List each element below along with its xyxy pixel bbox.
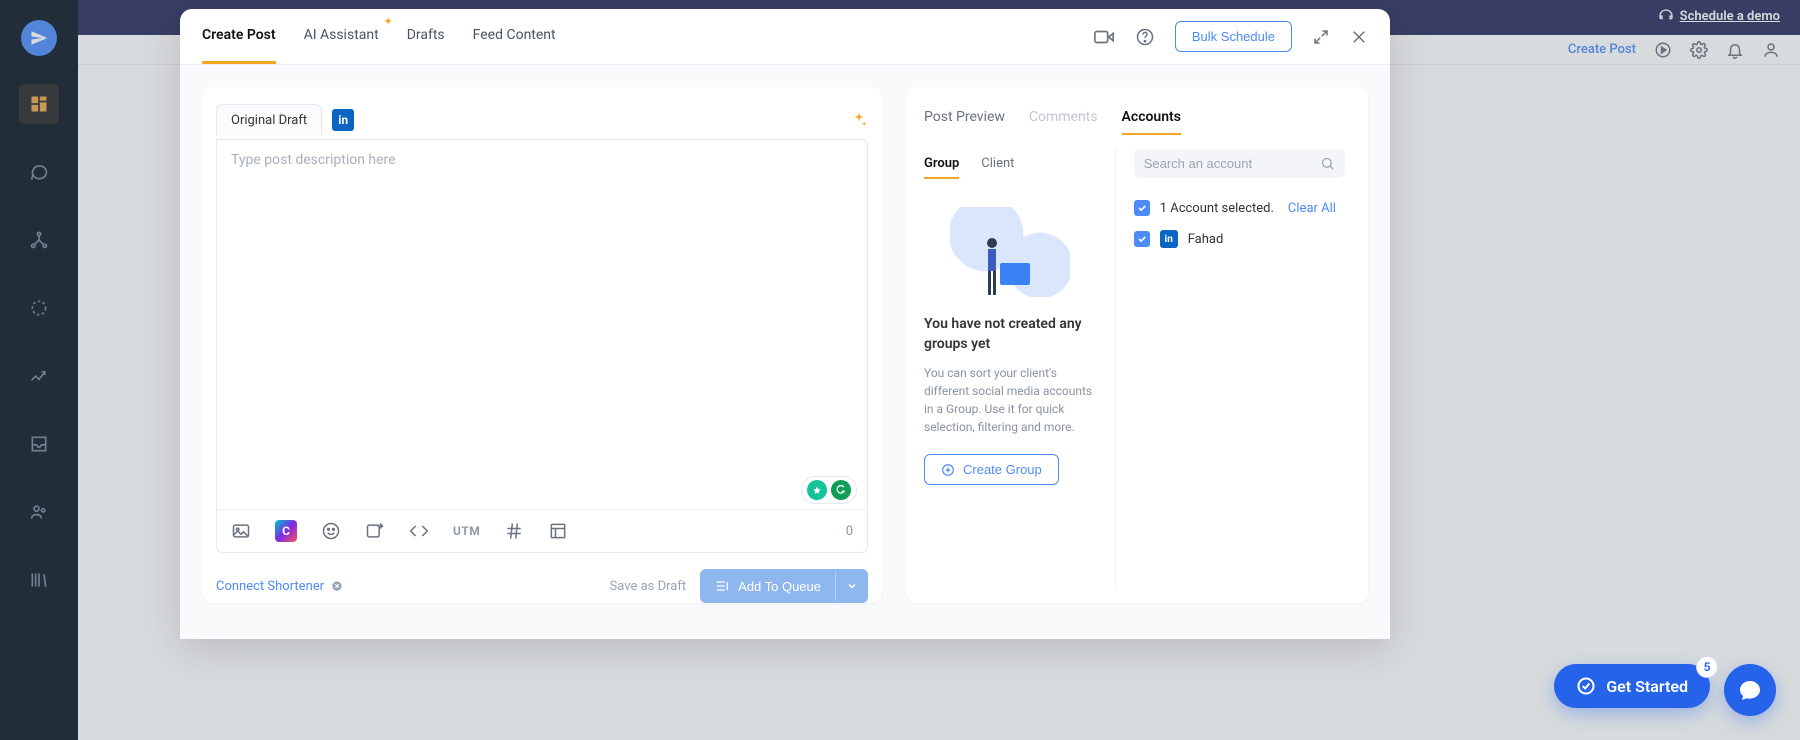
account-checkbox[interactable] (1134, 231, 1150, 247)
accounts-panel: Post Preview Comments Accounts Group Cli… (906, 87, 1368, 603)
right-content: Group Client You have not created any gr… (924, 149, 1350, 589)
modal-header-actions: Bulk Schedule (1093, 21, 1368, 52)
code-icon[interactable] (409, 521, 429, 541)
editor-footer: Connect Shortener Save as Draft Add To Q… (216, 553, 868, 603)
person-icon (980, 237, 1004, 297)
modal-tabs: Create Post AI Assistant ✦ Drafts Feed C… (202, 9, 556, 64)
account-search-box[interactable] (1134, 149, 1345, 178)
create-post-modal: Create Post AI Assistant ✦ Drafts Feed C… (180, 9, 1390, 639)
grammarly-badge-1[interactable] (807, 480, 827, 500)
account-search-input[interactable] (1144, 156, 1320, 171)
connect-shortener-label: Connect Shortener (216, 579, 324, 594)
bulk-schedule-button[interactable]: Bulk Schedule (1175, 21, 1292, 52)
chevron-down-icon[interactable] (835, 571, 868, 601)
account-search-row (1134, 149, 1350, 178)
grammarly-badges (801, 476, 857, 504)
account-name: Fahad (1188, 232, 1224, 247)
modal-body: Original Draft in C (180, 65, 1390, 639)
help-icon[interactable] (1135, 27, 1155, 47)
tab-comments[interactable]: Comments (1029, 101, 1098, 135)
sub-tab-group[interactable]: Group (924, 149, 959, 179)
tab-label: Create Post (202, 27, 276, 43)
image-upload-icon[interactable] (365, 521, 385, 541)
editor-actions: Save as Draft Add To Queue (610, 569, 868, 603)
get-started-badge: 5 (1696, 656, 1718, 678)
hashtag-icon[interactable] (504, 521, 524, 541)
sparkle-icon: ✦ (383, 15, 392, 28)
tab-create-post[interactable]: Create Post (202, 9, 276, 64)
video-icon[interactable] (1093, 26, 1115, 48)
empty-illustration (950, 207, 1070, 297)
modal-header: Create Post AI Assistant ✦ Drafts Feed C… (180, 9, 1390, 65)
tab-accounts[interactable]: Accounts (1122, 101, 1181, 135)
template-icon[interactable] (548, 521, 568, 541)
original-draft-tab[interactable]: Original Draft (216, 104, 322, 136)
canva-icon[interactable]: C (275, 520, 297, 542)
account-row[interactable]: in Fahad (1134, 230, 1350, 248)
tab-post-preview[interactable]: Post Preview (924, 101, 1005, 135)
get-started-label: Get Started (1606, 677, 1688, 696)
plus-circle-icon (941, 463, 955, 477)
create-group-button[interactable]: Create Group (924, 454, 1059, 485)
linkedin-account-chip[interactable]: in (332, 109, 354, 131)
right-panel-tabs: Post Preview Comments Accounts (924, 101, 1350, 135)
draft-tabs: Original Draft in (216, 101, 868, 139)
empty-description: You can sort your client's different soc… (924, 364, 1097, 436)
search-icon (1320, 156, 1335, 171)
emoji-icon[interactable] (321, 521, 341, 541)
chat-fab[interactable] (1724, 664, 1776, 716)
check-circle-icon (1576, 676, 1596, 696)
tab-label: Drafts (407, 27, 445, 43)
groups-column: Group Client You have not created any gr… (924, 149, 1116, 589)
grammarly-badge-2[interactable] (831, 480, 851, 500)
clear-all-link[interactable]: Clear All (1288, 201, 1336, 216)
tab-ai-assistant[interactable]: AI Assistant ✦ (304, 9, 379, 64)
tab-feed-content[interactable]: Feed Content (473, 9, 556, 64)
get-started-button[interactable]: Get Started 5 (1554, 664, 1710, 708)
expand-icon[interactable] (1312, 28, 1330, 46)
add-to-queue-button[interactable]: Add To Queue (700, 569, 868, 603)
save-as-draft-button[interactable]: Save as Draft (610, 579, 687, 594)
accounts-column: 1 Account selected. Clear All in Fahad (1116, 149, 1350, 589)
selected-count-label: 1 Account selected. (1160, 201, 1274, 216)
select-all-checkbox[interactable] (1134, 200, 1150, 216)
tab-drafts[interactable]: Drafts (407, 9, 445, 64)
accounts-selected-summary: 1 Account selected. Clear All (1134, 200, 1350, 216)
media-icon[interactable] (231, 521, 251, 541)
sub-tab-client[interactable]: Client (981, 149, 1014, 179)
accounts-list: 1 Account selected. Clear All in Fahad (1134, 200, 1350, 248)
group-client-tabs: Group Client (924, 149, 1097, 179)
editor-box: C UTM 0 (216, 139, 868, 553)
create-group-label: Create Group (963, 462, 1042, 477)
editor-card: Original Draft in C (202, 87, 882, 603)
close-icon[interactable] (1350, 28, 1368, 46)
add-to-queue-label: Add To Queue (738, 579, 821, 594)
chat-bubble-icon (1738, 678, 1762, 702)
linkedin-icon: in (1160, 230, 1178, 248)
sparkle-icon[interactable] (850, 111, 868, 129)
close-small-icon[interactable] (330, 579, 344, 593)
tab-label: Feed Content (473, 27, 556, 43)
post-description-input[interactable] (217, 140, 867, 509)
tab-label: AI Assistant (304, 27, 379, 43)
empty-groups-state: You have not created any groups yet You … (924, 207, 1097, 485)
connect-shortener-link[interactable]: Connect Shortener (216, 579, 344, 594)
editor-toolbar: C UTM 0 (217, 509, 867, 552)
char-count: 0 (846, 524, 853, 539)
queue-icon (714, 578, 730, 594)
empty-title: You have not created any groups yet (924, 315, 1097, 354)
utm-button[interactable]: UTM (453, 524, 480, 538)
